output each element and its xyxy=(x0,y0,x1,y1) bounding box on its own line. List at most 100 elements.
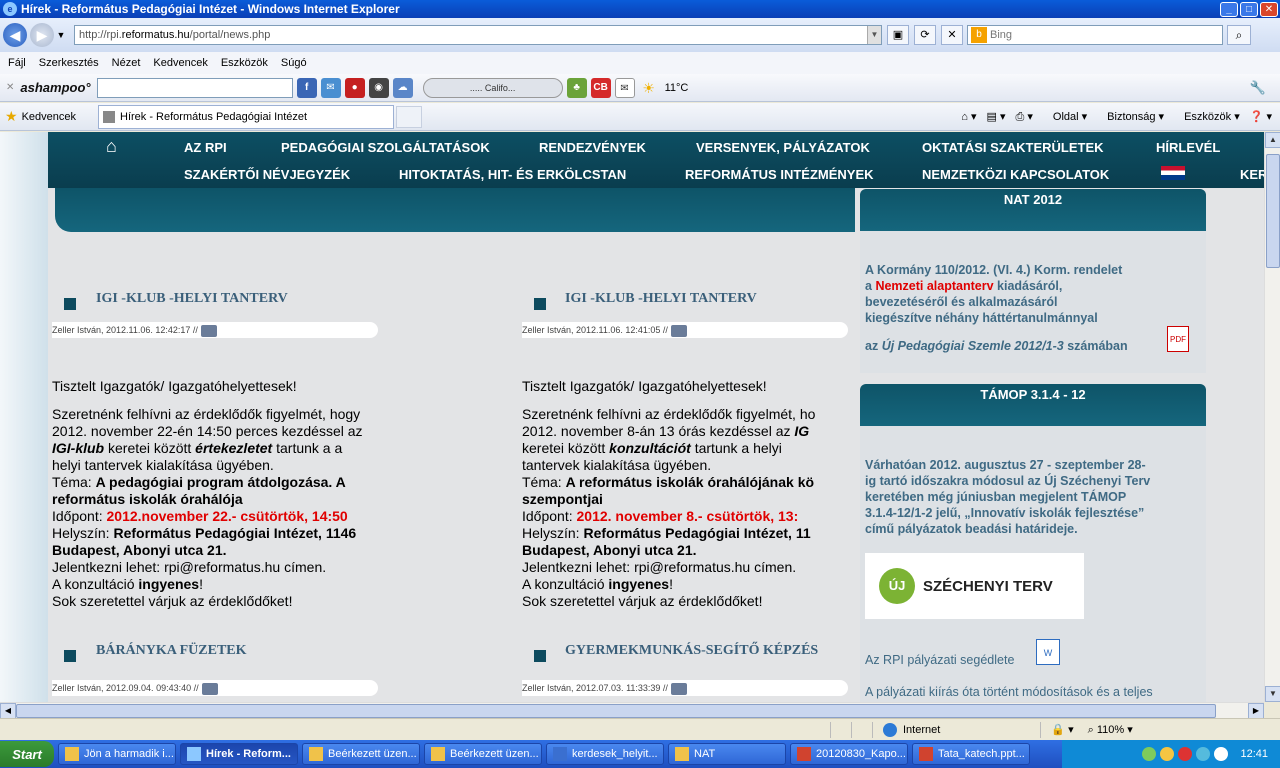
scroll-left-icon[interactable]: ◀ xyxy=(0,703,16,719)
recent-pages-dropdown[interactable]: ▼ xyxy=(54,30,68,40)
menu-help[interactable]: Súgó xyxy=(281,57,307,69)
nav-events[interactable]: RENDEZVÉNYEK xyxy=(539,140,646,155)
record-icon[interactable]: ◉ xyxy=(368,77,389,98)
nav-about[interactable]: AZ RPI xyxy=(184,140,227,155)
nav-competitions[interactable]: VERSENYEK, PÁLYÁZATOK xyxy=(696,140,870,155)
home-nav-icon[interactable]: ⌂ xyxy=(106,136,126,156)
vertical-scroll-thumb[interactable] xyxy=(1266,154,1280,268)
tray-icon[interactable] xyxy=(1142,747,1157,761)
minimize-button[interactable]: _ xyxy=(1220,1,1238,17)
taskbar-item[interactable]: Hírek - Reform... xyxy=(180,743,298,765)
zoom-level[interactable]: ⌕ 110% ▾ xyxy=(1088,723,1133,737)
rss-icon[interactable]: ▤ ▾ xyxy=(987,110,1006,123)
address-dropdown[interactable]: ▼ xyxy=(867,26,881,44)
szechenyi-terv-banner[interactable]: ÚJ SZÉCHENYI TERV xyxy=(865,553,1084,619)
taskbar-item[interactable]: Tata_katech.ppt... xyxy=(912,743,1030,765)
cb-icon[interactable]: CB xyxy=(590,77,611,98)
tray-icon[interactable] xyxy=(1196,747,1211,761)
wrench-icon[interactable]: 🔧 xyxy=(1250,80,1266,96)
tray-icon[interactable] xyxy=(1178,747,1193,761)
menu-view[interactable]: Nézet xyxy=(112,57,141,69)
scroll-up-icon[interactable]: ▲ xyxy=(1265,132,1280,148)
radio-player[interactable]: ..... Califo... xyxy=(422,77,563,98)
leaf-icon[interactable]: ♣ xyxy=(566,77,587,98)
scroll-right-icon[interactable]: ▶ xyxy=(1248,703,1264,719)
new-tab-button[interactable] xyxy=(396,105,422,128)
taskbar-item[interactable]: Beérkezett üzen... xyxy=(302,743,420,765)
media-icon[interactable]: ● xyxy=(344,77,365,98)
email-link[interactable]: rpi@reformatus.hu xyxy=(164,559,280,575)
vertical-scrollbar[interactable]: ▲ ▼ xyxy=(1264,132,1280,702)
messenger-icon[interactable]: ✉ xyxy=(320,77,341,98)
refresh-icon[interactable]: ⟳ xyxy=(914,25,936,45)
menu-favorites[interactable]: Kedvencek xyxy=(153,57,207,69)
close-button[interactable]: ✕ xyxy=(1260,1,1278,17)
tray-icon[interactable] xyxy=(1214,747,1229,761)
taskbar-item[interactable]: Beérkezett üzen... xyxy=(424,743,542,765)
article-bullet xyxy=(534,298,546,310)
back-button[interactable]: ◀ xyxy=(3,23,27,47)
menu-file[interactable]: Fájl xyxy=(8,57,26,69)
pdf-icon[interactable]: PDF xyxy=(1167,326,1189,352)
helper-link[interactable]: Az RPI pályázati segédlete xyxy=(865,653,1014,667)
home-icon[interactable]: ⌂ ▾ xyxy=(961,110,976,123)
mail-icon[interactable]: ✉ xyxy=(614,77,635,98)
status-bar: Internet 🔒 ▾ ⌕ 110% ▾ xyxy=(0,718,1280,740)
taskbar-item[interactable]: Jön a harmadik i... xyxy=(58,743,176,765)
system-tray: 12:41 xyxy=(1062,740,1280,768)
print-article-icon[interactable] xyxy=(670,682,687,695)
compatibility-icon[interactable]: ▣ xyxy=(887,25,909,45)
horizontal-scroll-thumb[interactable] xyxy=(16,704,1216,718)
taskbar-item[interactable]: kerdesek_helyit... xyxy=(546,743,664,765)
toolbar-search-input[interactable] xyxy=(96,77,293,98)
address-input[interactable]: http://rpi. reformatus.hu/portal/news.php… xyxy=(74,25,882,45)
event-type: konzultációt xyxy=(609,440,691,456)
article-title[interactable]: BÁRÁNYKA FÜZETEK xyxy=(96,643,247,659)
taskbar-item[interactable]: 20120830_Kapo... xyxy=(790,743,908,765)
close-toolbar-icon[interactable]: ✕ xyxy=(6,82,14,93)
search-input[interactable]: b Bing xyxy=(967,25,1223,45)
favorites-star-icon[interactable]: ★ xyxy=(5,108,18,125)
favorites-label[interactable]: Kedvencek xyxy=(22,111,76,123)
start-button[interactable]: Start xyxy=(0,741,54,767)
safety-menu[interactable]: Biztonság ▾ xyxy=(1097,110,1164,123)
nav-subjects[interactable]: OKTATÁSI SZAKTERÜLETEK xyxy=(922,140,1104,155)
article-title[interactable]: IGI -KLUB -HELYI TANTERV xyxy=(96,291,288,307)
facebook-icon[interactable]: f xyxy=(296,77,317,98)
nav-newsletter[interactable]: HÍRLEVÉL xyxy=(1156,140,1220,155)
nav-international[interactable]: NEMZETKÖZI KAPCSOLATOK xyxy=(922,167,1109,182)
email-link[interactable]: rpi@reformatus.hu xyxy=(634,559,750,575)
article-title[interactable]: IGI -KLUB -HELYI TANTERV xyxy=(565,291,757,307)
help-icon[interactable]: ❓ ▾ xyxy=(1250,110,1272,123)
menu-tools[interactable]: Eszközök xyxy=(221,57,268,69)
print-article-icon[interactable] xyxy=(200,324,217,337)
search-button[interactable]: ⌕ xyxy=(1227,25,1251,45)
nat-link[interactable]: Nemzeti alaptanterv xyxy=(875,279,993,293)
page-menu[interactable]: Oldal ▾ xyxy=(1043,110,1087,123)
taskbar-item[interactable]: NAT xyxy=(668,743,786,765)
nav-experts[interactable]: SZAKÉRTŐI NÉVJEGYZÉK xyxy=(184,167,350,182)
print-article-icon[interactable] xyxy=(201,682,218,695)
nav-religion[interactable]: HITOKTATÁS, HIT- ÉS ERKÖLCSTAN xyxy=(399,167,626,182)
scroll-down-icon[interactable]: ▼ xyxy=(1265,686,1280,702)
place-cont: Budapest, Abonyi utca 21. xyxy=(52,542,227,558)
nav-more[interactable]: KER xyxy=(1240,167,1264,182)
menu-edit[interactable]: Szerkesztés xyxy=(39,57,99,69)
stop-icon[interactable]: ✕ xyxy=(941,25,963,45)
protected-mode-icon[interactable]: 🔒 ▾ xyxy=(1051,723,1073,736)
word-doc-icon[interactable]: W xyxy=(1036,639,1060,665)
print-article-icon[interactable] xyxy=(670,324,687,337)
weather-icon[interactable]: ☁ xyxy=(392,77,413,98)
tray-icon[interactable] xyxy=(1160,747,1175,761)
forward-button[interactable]: ▶ xyxy=(30,23,54,47)
browser-tab[interactable]: Hírek - Református Pedagógiai Intézet xyxy=(98,104,394,129)
ie-icon xyxy=(187,747,201,761)
print-icon[interactable]: ⎙ ▾ xyxy=(1016,110,1033,124)
horizontal-scrollbar[interactable]: ◀ ▶ xyxy=(0,702,1264,719)
maximize-button[interactable]: □ xyxy=(1240,1,1258,17)
flag-icon[interactable] xyxy=(1161,166,1185,180)
nav-services[interactable]: PEDAGÓGIAI SZOLGÁLTATÁSOK xyxy=(281,140,490,155)
tools-menu[interactable]: Eszközök ▾ xyxy=(1174,110,1240,123)
article-title[interactable]: GYERMEKMUNKÁS-SEGÍTŐ KÉPZÉS xyxy=(565,643,818,659)
nav-institutions[interactable]: REFORMÁTUS INTÉZMÉNYEK xyxy=(685,167,874,182)
